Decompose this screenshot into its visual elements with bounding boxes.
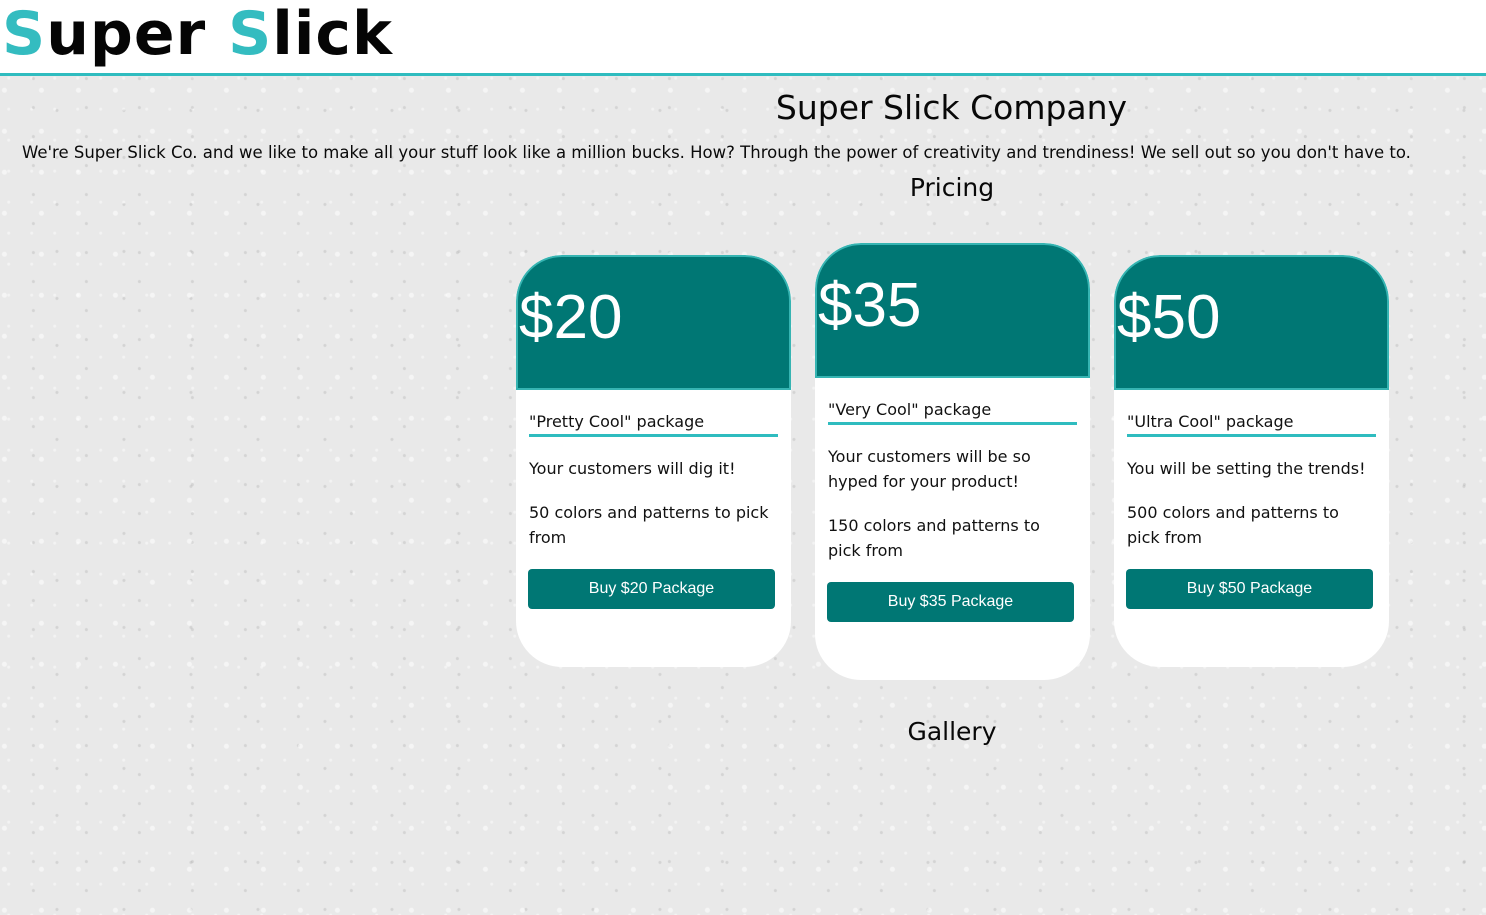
buy-50-button[interactable]: Buy $50 Package (1126, 569, 1373, 609)
pricing-card-50: $50 "Ultra Cool" package You will be set… (1114, 255, 1389, 667)
price-amount: $35 (818, 271, 922, 340)
intro-paragraph: We're Super Slick Co. and we like to mak… (22, 143, 1411, 162)
price-panel: $35 (815, 243, 1090, 378)
price-amount: $20 (519, 283, 623, 352)
buy-20-button[interactable]: Buy $20 Package (528, 569, 775, 609)
brand-logo[interactable]: Super Slick (2, 0, 393, 74)
package-name: "Pretty Cool" package (529, 412, 778, 437)
feature-text: 50 colors and patterns to pick from (529, 503, 769, 547)
pricing-card-35: $35 "Very Cool" package Your customers w… (815, 243, 1090, 680)
package-name: "Very Cool" package (828, 400, 1077, 425)
card-body: "Very Cool" package Your customers will … (815, 378, 1090, 646)
logo-super-rest: uper (46, 0, 207, 69)
logo-super-initial: S (2, 0, 47, 69)
card-body: "Pretty Cool" package Your customers wil… (516, 390, 791, 633)
pricing-heading: Pricing (909, 173, 995, 202)
feature-text: You will be setting the trends! (1127, 459, 1366, 478)
price-amount: $50 (1117, 283, 1221, 352)
gallery-heading: Gallery (907, 717, 997, 746)
price-panel: $20 (516, 255, 791, 390)
card-body: "Ultra Cool" package You will be setting… (1114, 390, 1389, 633)
logo-slick-initial: S (228, 0, 273, 69)
feature-text: Your customers will dig it! (529, 459, 736, 478)
package-name: "Ultra Cool" package (1127, 412, 1376, 437)
feature-text: 500 colors and patterns to pick from (1127, 503, 1339, 547)
logo-slick-rest: lick (272, 0, 393, 69)
buy-35-button[interactable]: Buy $35 Package (827, 582, 1074, 622)
site-header: Super Slick (0, 0, 1486, 76)
feature-text: 150 colors and patterns to pick from (828, 516, 1040, 560)
pricing-card-20: $20 "Pretty Cool" package Your customers… (516, 255, 791, 667)
price-panel: $50 (1114, 255, 1389, 390)
page-title: Super Slick Company (775, 88, 1128, 127)
feature-text: Your customers will be so hyped for your… (828, 447, 1031, 491)
